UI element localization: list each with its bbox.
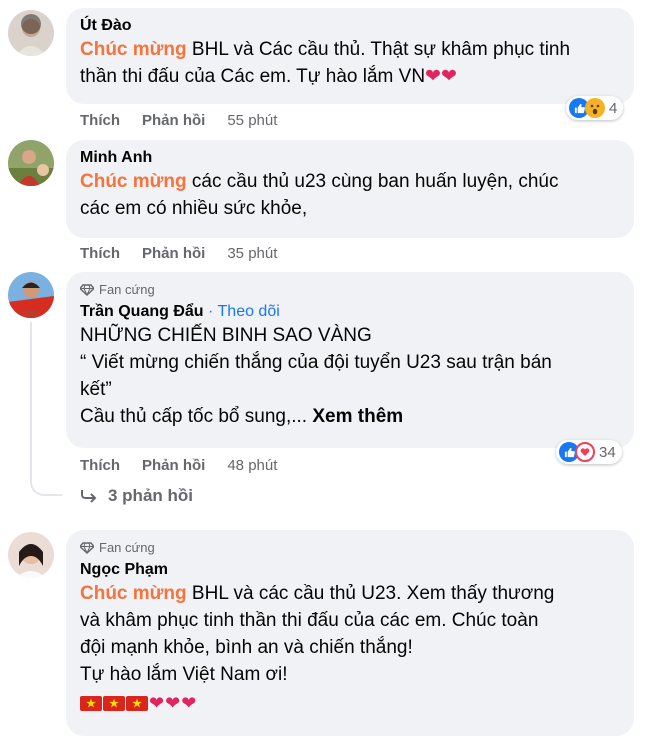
avatar[interactable] [8,532,54,578]
heart-emoji-icon: ❤ [149,693,165,713]
reply-arrow-icon [81,490,97,503]
author-name[interactable]: Trần Quang Đẩu [80,303,204,320]
see-more-link[interactable]: Xem thêm [312,406,403,427]
author-name[interactable]: Ngọc Phạm [80,560,620,580]
like-button[interactable]: Thích [80,111,120,131]
emoji-row: ❤ ❤ ❤ [80,690,620,716]
comment-bubble: Minh Anh Chúc mừng các cầu thủ u23 cùng … [66,140,634,238]
diamond-icon [80,542,94,554]
like-button[interactable]: Thích [80,244,120,264]
reaction-count: 4 [609,99,618,117]
author-name[interactable]: Minh Anh [80,148,620,168]
highlight-text: Chúc mừng [80,171,187,192]
heart-emoji-icon: ❤ [165,693,181,713]
follow-link[interactable]: · Theo dõi [208,303,280,320]
comment-bubble: Fan cứng Trần Quang Đẩu · Theo dõi NHỮNG… [66,272,634,448]
author-name[interactable]: Út Đào [80,16,620,36]
vietnam-flag-icon [103,695,125,711]
reaction-count: 34 [599,443,616,461]
reply-button[interactable]: Phản hồi [142,111,205,131]
avatar[interactable] [8,272,54,318]
fan-badge[interactable]: Fan cứng [80,539,620,557]
highlight-text: Chúc mừng [80,583,187,604]
timestamp[interactable]: 55 phút [227,111,277,131]
vietnam-flag-icon [80,695,102,711]
timestamp[interactable]: 35 phút [227,244,277,264]
heart-emoji-icon: ❤ [181,693,197,713]
comment-text: Chúc mừng BHL và Các cầu thủ. Thật sự kh… [80,39,571,87]
thread-line [30,322,62,496]
comment-text: NHỮNG CHIẾN BINH SAO VÀNG “ Viết mừng ch… [80,325,552,427]
diamond-icon [80,284,94,296]
comment-bubble: Fan cứng Ngọc Phạm Chúc mừng BHL và các … [66,530,634,736]
avatar[interactable] [8,140,54,186]
comment-actions: Thích Phản hồi 48 phút [80,456,277,476]
reply-button[interactable]: Phản hồi [142,244,205,264]
reply-button[interactable]: Phản hồi [142,456,205,476]
wow-reaction-icon [585,98,605,118]
vietnam-flag-icon [126,695,148,711]
comment-bubble: Út Đào Chúc mừng BHL và Các cầu thủ. Thậ… [66,8,634,104]
comment-text: Chúc mừng các cầu thủ u23 cùng ban huấn … [80,171,559,219]
like-button[interactable]: Thích [80,456,120,476]
care-reaction-icon [575,442,595,462]
comment-actions: Thích Phản hồi 35 phút [80,244,277,264]
comment-text: Chúc mừng BHL và các cầu thủ U23. Xem th… [80,583,555,685]
view-replies-button[interactable]: 3 phản hồi [80,486,193,506]
reaction-summary[interactable]: 4 [566,96,624,120]
fan-badge[interactable]: Fan cứng [80,281,620,299]
avatar[interactable] [8,10,54,56]
reaction-summary[interactable]: 34 [556,440,622,464]
timestamp[interactable]: 48 phút [227,456,277,476]
highlight-text: Chúc mừng [80,39,187,60]
author-line: Trần Quang Đẩu · Theo dõi [80,302,620,322]
comment-actions: Thích Phản hồi 55 phút [80,111,277,131]
heart-emoji-icon: ❤❤ [425,66,457,87]
